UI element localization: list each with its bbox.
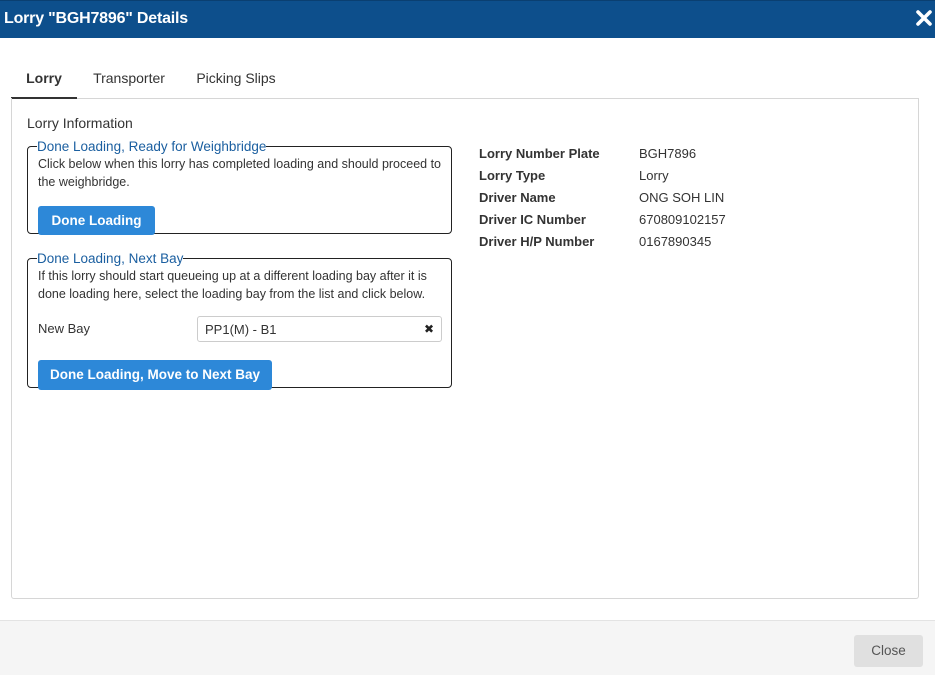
move-to-next-bay-button[interactable]: Done Loading, Move to Next Bay [38, 360, 272, 390]
tab-bar: Lorry Transporter Picking Slips [11, 60, 919, 99]
detail-value: 670809102157 [639, 212, 726, 227]
next-bay-legend: Done Loading, Next Bay [37, 251, 184, 266]
tab-transporter[interactable]: Transporter [84, 60, 174, 99]
next-bay-fieldset: Done Loading, Next Bay If this lorry sho… [27, 251, 452, 390]
new-bay-select[interactable]: PP1(M) - B1 ✖ [197, 316, 442, 342]
new-bay-label: New Bay [38, 321, 91, 336]
close-button[interactable]: Close [854, 635, 923, 667]
clear-icon[interactable]: ✖ [424, 322, 434, 336]
tab-picking-slips[interactable]: Picking Slips [191, 60, 281, 99]
detail-value: BGH7896 [639, 146, 697, 161]
weighbridge-description: Click below when this lorry has complete… [38, 157, 442, 189]
detail-value: Lorry [639, 168, 669, 183]
done-loading-button[interactable]: Done Loading [38, 206, 155, 235]
detail-label: Lorry Type [479, 168, 546, 183]
weighbridge-fieldset: Done Loading, Ready for Weighbridge Clic… [27, 139, 452, 235]
lorry-details-dialog: Lorry "BGH7896" Details Lorry Transporte… [0, 0, 935, 675]
new-bay-selected-value: PP1(M) - B1 [205, 322, 277, 337]
detail-label: Driver H/P Number [479, 234, 595, 249]
tab-content-panel: Lorry Information Done Loading, Ready fo… [11, 98, 919, 599]
dialog-header: Lorry "BGH7896" Details [0, 0, 935, 38]
dialog-footer: Close [0, 620, 935, 675]
detail-value: 0167890345 [639, 234, 712, 249]
dialog-title: Lorry "BGH7896" Details [4, 10, 188, 27]
tab-lorry[interactable]: Lorry [11, 60, 77, 99]
detail-label: Lorry Number Plate [479, 146, 600, 161]
detail-label: Driver Name [479, 190, 556, 205]
section-title: Lorry Information [27, 115, 133, 131]
next-bay-description: If this lorry should start queueing up a… [38, 269, 427, 301]
weighbridge-legend: Done Loading, Ready for Weighbridge [37, 139, 267, 154]
detail-value: ONG SOH LIN [639, 190, 725, 205]
close-icon[interactable] [915, 9, 933, 27]
detail-label: Driver IC Number [479, 212, 586, 227]
